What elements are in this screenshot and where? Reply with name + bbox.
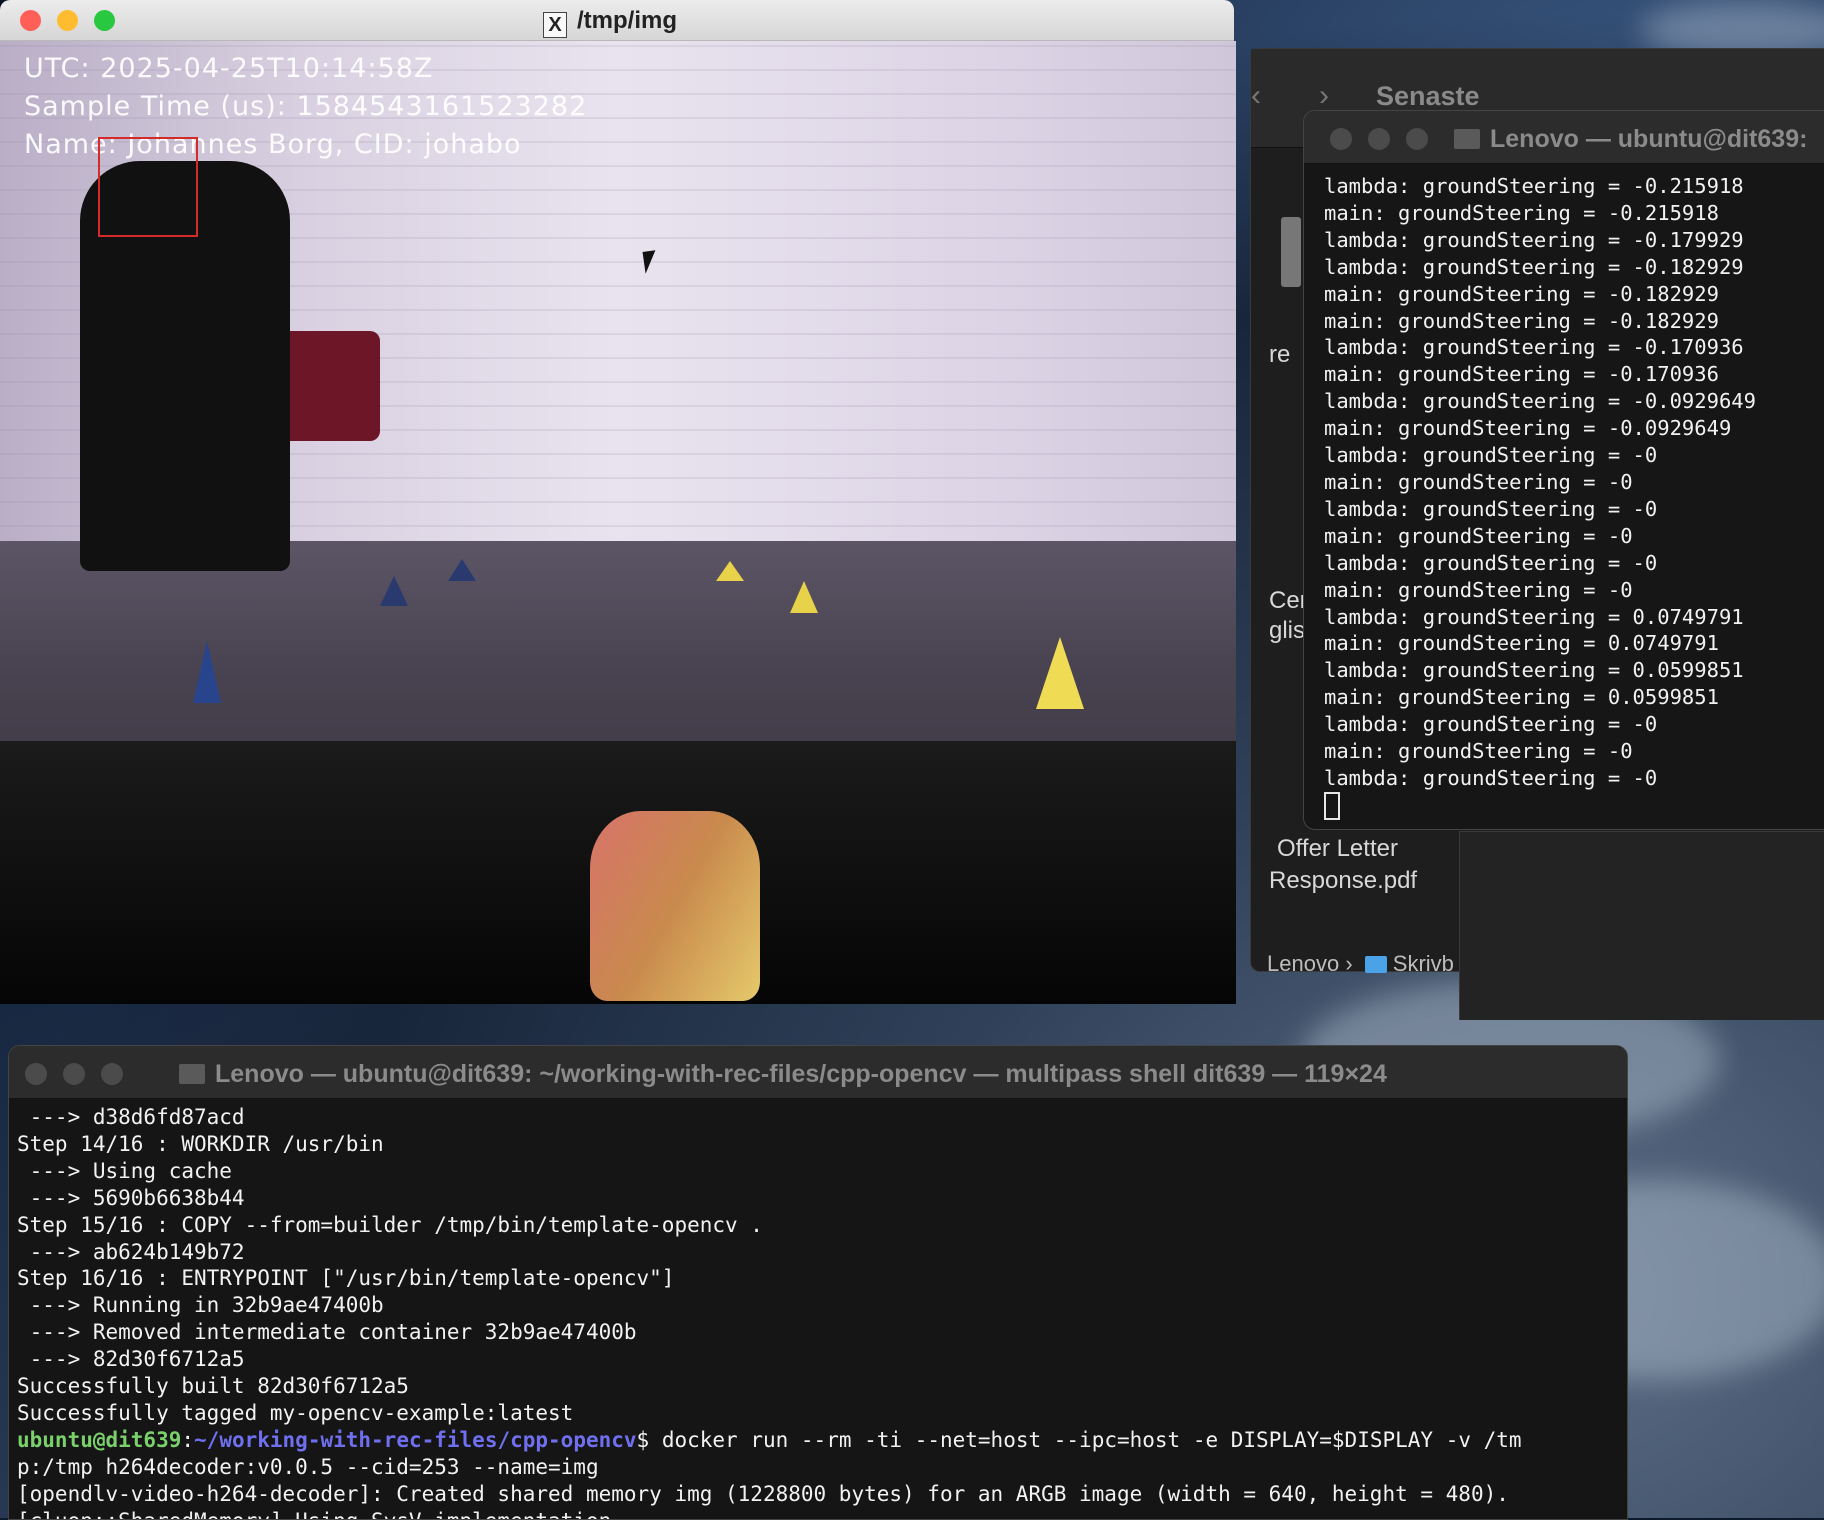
path-folder[interactable]: Skrivb [1393, 951, 1454, 976]
finder-item-text[interactable]: Cer [1269, 587, 1308, 615]
terminal-line: lambda: groundSteering = -0 [1324, 443, 1658, 468]
terminal-line: Step 16/16 : ENTRYPOINT ["/usr/bin/templ… [17, 1266, 675, 1291]
zoom-button[interactable] [1406, 128, 1428, 150]
terminal-line: lambda: groundSteering = -0 [1324, 765, 1658, 790]
terminal-line: lambda: groundSteering = 0.0599851 [1324, 658, 1744, 683]
terminal-titlebar: Lenovo — ubuntu@dit639: [1304, 111, 1824, 164]
yellow-cone [1036, 637, 1084, 709]
terminal-line: main: groundSteering = -0 [1324, 523, 1633, 548]
terminal-line: ---> Running in 32b9ae47400b [17, 1293, 384, 1318]
terminal-line: lambda: groundSteering = -0.170936 [1324, 335, 1744, 360]
terminal-titlebar: Lenovo — ubuntu@dit639: ~/working-with-r… [9, 1046, 1627, 1099]
close-button[interactable] [25, 1063, 47, 1085]
terminal-line: Step 14/16 : WORKDIR /usr/bin [17, 1131, 384, 1156]
overlay-sample-time: Sample Time (us): 1584543161523282 [24, 91, 588, 122]
terminal-line: lambda: groundSteering = -0.179929 [1324, 227, 1744, 252]
finder-item-text[interactable]: re [1269, 341, 1290, 369]
folder-icon [1364, 956, 1387, 973]
minimize-button[interactable] [57, 10, 78, 31]
prompt-command: $ docker run --rm -ti --net=host --ipc=h… [636, 1427, 1522, 1452]
terminal-line: [cluon::SharedMemory] Using SysV impleme… [17, 1508, 1627, 1519]
terminal-line: main: groundSteering = -0.182929 [1324, 308, 1719, 333]
blue-cone [380, 576, 408, 606]
terminal-line: Successfully tagged my-opencv-example:la… [17, 1400, 574, 1425]
terminal-title: Lenovo — ubuntu@dit639: [1454, 125, 1807, 154]
image-window-title: X/tmp/img [543, 7, 677, 38]
path-parent[interactable]: Lenovo [1267, 951, 1339, 976]
terminal-output[interactable]: ---> d38d6fd87acd Step 14/16 : WORKDIR /u… [17, 1104, 1627, 1519]
path-separator: › [1345, 951, 1353, 976]
terminal-line: lambda: groundSteering = -0 [1324, 550, 1658, 575]
terminal-line: main: groundSteering = -0.170936 [1324, 362, 1719, 387]
terminal-line: ---> d38d6fd87acd [17, 1105, 245, 1129]
detection-bounding-box [98, 137, 198, 237]
terminal-window-right[interactable]: Lenovo — ubuntu@dit639: lambda: groundSt… [1303, 110, 1824, 830]
terminal-line: Successfully built 82d30f6712a5 [17, 1374, 409, 1399]
terminal-log: ---> d38d6fd87acd Step 14/16 : WORKDIR /u… [17, 1104, 1627, 1427]
terminal-line: main: groundSteering = -0 [1324, 469, 1633, 494]
overlay-utc: UTC: 2025-04-25T10:14:58Z [24, 53, 434, 84]
finder-preview-panel [1459, 831, 1824, 1020]
blue-cone [448, 559, 476, 581]
file-thumbnail[interactable] [1281, 217, 1301, 287]
x11-icon: X [543, 12, 567, 38]
terminal-line: main: groundSteering = 0.0749791 [1324, 631, 1719, 656]
finder-title: Senaste [1376, 81, 1480, 111]
minimize-button[interactable] [63, 1063, 85, 1085]
image-viewer-window[interactable]: X/tmp/img UTC: 2025-04-25T10:14:58Z Samp… [0, 0, 1236, 1004]
file-name-line2[interactable]: Response.pdf [1269, 867, 1417, 895]
blue-cone [193, 641, 221, 703]
terminal-line: main: groundSteering = -0.182929 [1324, 281, 1719, 306]
terminal-line: ---> 82d30f6712a5 [17, 1347, 245, 1372]
minimize-button[interactable] [1368, 128, 1390, 150]
terminal-line: ---> 5690b6638b44 [17, 1185, 245, 1210]
back-arrow-icon[interactable]: ‹ [1251, 79, 1261, 113]
terminal-line: main: groundSteering = -0.215918 [1324, 200, 1719, 225]
terminal-line: [opendlv-video-h264-decoder]: Created sh… [17, 1481, 1509, 1506]
terminal-line: Step 15/16 : COPY --from=builder /tmp/bi… [17, 1212, 763, 1237]
terminal-line: main: groundSteering = -0.0929649 [1324, 416, 1732, 441]
terminal-line: ---> Using cache [17, 1158, 232, 1183]
terminal-log: p:/tmp h264decoder:v0.0.5 --cid=253 --na… [17, 1454, 1627, 1519]
terminal-output[interactable]: lambda: groundSteering = -0.215918 main: … [1324, 173, 1824, 822]
terminal-line: lambda: groundSteering = -0.182929 [1324, 254, 1744, 279]
terminal-line: lambda: groundSteering = 0.0749791 [1324, 604, 1744, 629]
image-window-titlebar: X/tmp/img [0, 0, 1234, 41]
shell-prompt-line: ubuntu@dit639:~/working-with-rec-files/c… [17, 1427, 1627, 1454]
finder-item-text[interactable]: glis [1269, 617, 1305, 645]
terminal-line: lambda: groundSteering = -0.215918 [1324, 174, 1744, 198]
zoom-button[interactable] [94, 10, 115, 31]
yellow-cone [716, 561, 744, 581]
terminal-line: ---> ab624b149b72 [17, 1239, 245, 1264]
close-button[interactable] [20, 10, 41, 31]
close-button[interactable] [1330, 128, 1352, 150]
prompt-path: ~/working-with-rec-files/cpp-opencv [194, 1427, 637, 1452]
terminal-line: main: groundSteering = 0.0599851 [1324, 685, 1719, 710]
terminal-cursor [1324, 791, 1824, 822]
forward-arrow-icon[interactable]: › [1319, 79, 1329, 113]
camera-frame[interactable]: UTC: 2025-04-25T10:14:58Z Sample Time (u… [0, 41, 1236, 1004]
terminal-line: p:/tmp h264decoder:v0.0.5 --cid=253 --na… [17, 1454, 599, 1479]
terminal-title-text: Lenovo — ubuntu@dit639: [1490, 125, 1808, 153]
terminal-title: Lenovo — ubuntu@dit639: ~/working-with-r… [179, 1060, 1387, 1089]
terminal-line: main: groundSteering = -0 [1324, 739, 1633, 764]
terminal-window-bottom[interactable]: Lenovo — ubuntu@dit639: ~/working-with-r… [8, 1045, 1628, 1520]
prompt-user: ubuntu@dit639 [17, 1427, 182, 1452]
scene-cables [590, 811, 760, 1001]
terminal-line: lambda: groundSteering = -0 [1324, 496, 1658, 521]
file-name-line1[interactable]: Offer Letter [1277, 835, 1398, 863]
terminal-line: main: groundSteering = -0 [1324, 577, 1633, 602]
terminal-line: ---> Removed intermediate container 32b9… [17, 1320, 637, 1345]
image-window-title-text: /tmp/img [577, 7, 677, 34]
prompt-colon: : [181, 1427, 195, 1452]
folder-icon [179, 1064, 205, 1084]
terminal-title-text: Lenovo — ubuntu@dit639: ~/working-with-r… [215, 1060, 1387, 1088]
zoom-button[interactable] [101, 1063, 123, 1085]
finder-path-bar: Lenovo › Skrivb [1267, 951, 1454, 977]
terminal-line: lambda: groundSteering = -0 [1324, 712, 1658, 737]
yellow-cone [790, 581, 818, 613]
folder-icon [1454, 129, 1480, 149]
terminal-line: lambda: groundSteering = -0.0929649 [1324, 389, 1756, 414]
